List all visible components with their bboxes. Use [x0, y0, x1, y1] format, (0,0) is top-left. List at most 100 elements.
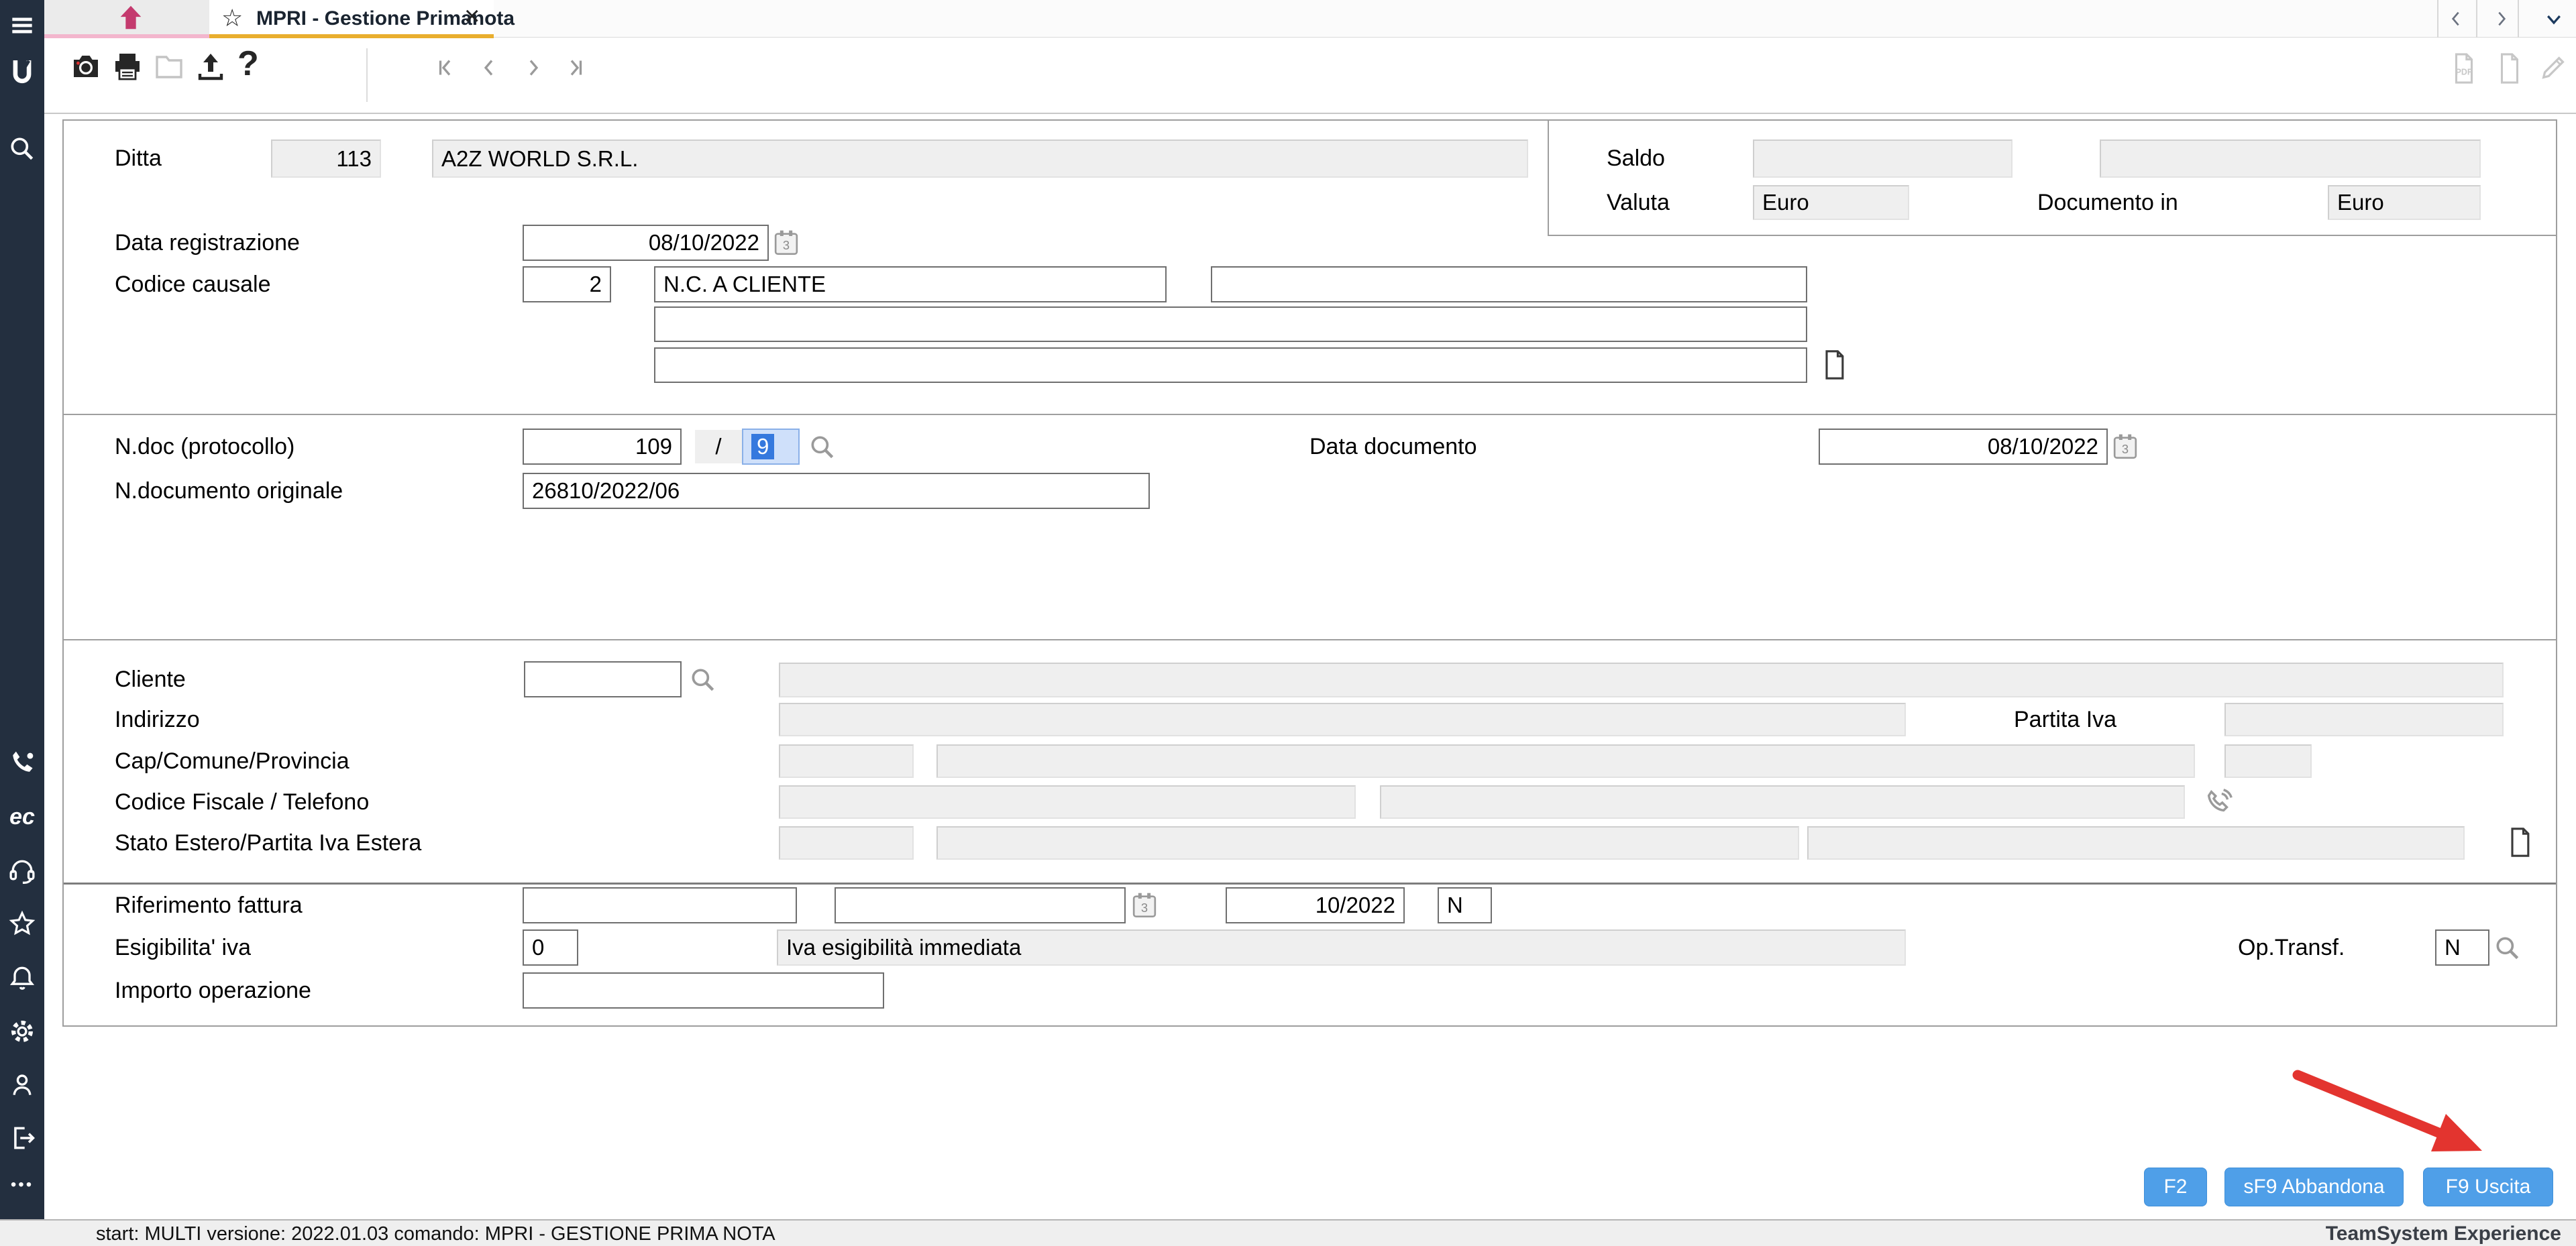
user-icon[interactable]: [7, 1070, 37, 1100]
cliente-label: Cliente: [115, 661, 186, 697]
saldo-field-1: [1753, 139, 2012, 178]
svg-text:3: 3: [783, 238, 790, 252]
status-bar: start: MULTI versione: 2022.01.03 comand…: [0, 1219, 2576, 1246]
documento-in-label: Documento in: [2037, 185, 2178, 220]
upload-icon[interactable]: [195, 50, 227, 82]
data-registrazione-label: Data registrazione: [115, 225, 300, 261]
saldo-label: Saldo: [1607, 139, 1665, 178]
ndoc-suffix-selection: 9: [751, 434, 774, 459]
tab-close-icon[interactable]: ×: [464, 1, 480, 32]
importo-operazione-field[interactable]: [523, 972, 884, 1009]
indirizzo-field: [779, 703, 1906, 736]
tab-active[interactable]: ☆ MPRI - Gestione Primanota ×: [209, 0, 494, 38]
riferimento-calendar-icon[interactable]: 3: [1131, 890, 1158, 921]
more-icon[interactable]: •••: [7, 1170, 37, 1200]
ec-logo[interactable]: ec: [7, 802, 37, 832]
op-transf-label: Op.Transf.: [2238, 929, 2345, 966]
print-icon[interactable]: [111, 50, 144, 82]
riferimento-flag-field[interactable]: N: [1438, 887, 1492, 923]
ditta-name-field: A2Z WORLD S.R.L.: [432, 139, 1528, 178]
partita-iva-field: [2224, 703, 2504, 736]
valuta-field: Euro: [1753, 185, 1909, 220]
cliente-name-field: [779, 663, 2504, 697]
menu-icon[interactable]: [7, 11, 37, 40]
ndoc-originale-field[interactable]: 26810/2022/06: [523, 473, 1150, 509]
ndoc-label: N.doc (protocollo): [115, 429, 294, 465]
phone-icon[interactable]: [7, 749, 37, 779]
partita-iva-estera-field: [1807, 826, 2465, 860]
toolbar: ? PDF: [44, 38, 2576, 113]
riferimento-periodo-field[interactable]: 10/2022: [1226, 887, 1405, 923]
abbandona-button[interactable]: sF9 Abbandona: [2224, 1168, 2404, 1206]
tab-bar: ☆ MPRI - Gestione Primanota ×: [44, 0, 2576, 38]
svg-text:3: 3: [2122, 442, 2129, 456]
partita-iva-label: Partita Iva: [2014, 703, 2116, 736]
riferimento-numero-field[interactable]: [523, 887, 797, 923]
folder-icon[interactable]: [153, 50, 185, 82]
saldo-field-2: [2100, 139, 2481, 178]
headset-icon[interactable]: [7, 856, 37, 885]
logout-icon[interactable]: [7, 1123, 37, 1153]
stato-estero-field-2: [936, 826, 1799, 860]
documento-in-field: Euro: [2328, 185, 2481, 220]
tab-star-icon[interactable]: ☆: [221, 4, 243, 32]
riferimento-data-field[interactable]: [835, 887, 1126, 923]
star-icon[interactable]: [7, 909, 37, 939]
tab-next-icon[interactable]: [2490, 8, 2512, 30]
codice-causale-extra-field[interactable]: [1211, 266, 1807, 302]
annotation-arrow: [2267, 1053, 2509, 1187]
teamsystem-logo: [7, 54, 37, 91]
ndoc-search-icon[interactable]: [808, 433, 837, 462]
riferimento-fattura-label: Riferimento fattura: [115, 887, 303, 923]
f2-button[interactable]: F2: [2144, 1168, 2207, 1206]
esigibilita-code-field[interactable]: 0: [523, 929, 578, 966]
brand-text: TeamSystem Experience: [2326, 1223, 2561, 1245]
cliente-search-icon[interactable]: [688, 665, 718, 695]
codice-causale-descr-field[interactable]: N.C. A CLIENTE: [654, 266, 1167, 302]
indirizzo-label: Indirizzo: [115, 703, 200, 736]
codice-causale-code-field[interactable]: 2: [523, 266, 611, 302]
new-document-icon[interactable]: [2494, 52, 2525, 85]
data-registrazione-field[interactable]: 08/10/2022: [523, 225, 769, 261]
edit-pencil-icon[interactable]: [2538, 52, 2569, 82]
tab-list-chevron-down-icon[interactable]: [2541, 9, 2567, 30]
cliente-code-field[interactable]: [524, 661, 682, 697]
ndoc-suffix-field[interactable]: 9: [742, 429, 800, 465]
camera-icon[interactable]: [70, 50, 102, 82]
status-text: start: MULTI versione: 2022.01.03 comand…: [96, 1223, 775, 1245]
nav-first-icon[interactable]: [433, 56, 458, 80]
data-registrazione-calendar-icon[interactable]: 3: [773, 227, 800, 258]
data-documento-label: Data documento: [1309, 429, 1477, 465]
ditta-code-field: 113: [271, 139, 381, 178]
codice-fiscale-field: [779, 785, 1356, 819]
esigibilita-iva-label: Esigibilita' iva: [115, 929, 251, 966]
gear-icon[interactable]: [7, 1017, 37, 1046]
data-documento-calendar-icon[interactable]: 3: [2112, 431, 2139, 462]
comune-field: [936, 744, 2195, 778]
search-icon[interactable]: [7, 134, 37, 164]
pdf-icon[interactable]: PDF: [2449, 52, 2479, 85]
tab-prev-icon[interactable]: [2446, 8, 2467, 30]
data-documento-field[interactable]: 08/10/2022: [1819, 429, 2108, 465]
bell-icon[interactable]: [7, 963, 37, 993]
op-transf-search-icon[interactable]: [2493, 933, 2522, 963]
causale-document-icon[interactable]: [1819, 349, 1849, 381]
sidebar: ec •••: [0, 0, 44, 1219]
ndoc-separator: /: [695, 430, 742, 463]
help-icon[interactable]: ?: [237, 44, 259, 84]
ditta-label: Ditta: [115, 139, 162, 178]
nav-prev-icon[interactable]: [478, 56, 502, 80]
op-transf-field[interactable]: N: [2435, 929, 2489, 966]
ndoc-field[interactable]: 109: [523, 429, 682, 465]
stato-estero-document-icon[interactable]: [2505, 826, 2534, 858]
nav-last-icon[interactable]: [564, 56, 588, 80]
causale-note-field-1[interactable]: [654, 306, 1807, 342]
provincia-field: [2224, 744, 2312, 778]
uscita-button[interactable]: F9 Uscita: [2423, 1168, 2553, 1206]
call-phone-icon[interactable]: [2203, 787, 2234, 817]
cap-field: [779, 744, 914, 778]
causale-note-field-2[interactable]: [654, 347, 1807, 383]
ndoc-originale-label: N.documento originale: [115, 473, 343, 509]
nav-next-icon[interactable]: [521, 56, 545, 80]
tab-home[interactable]: [44, 0, 209, 38]
